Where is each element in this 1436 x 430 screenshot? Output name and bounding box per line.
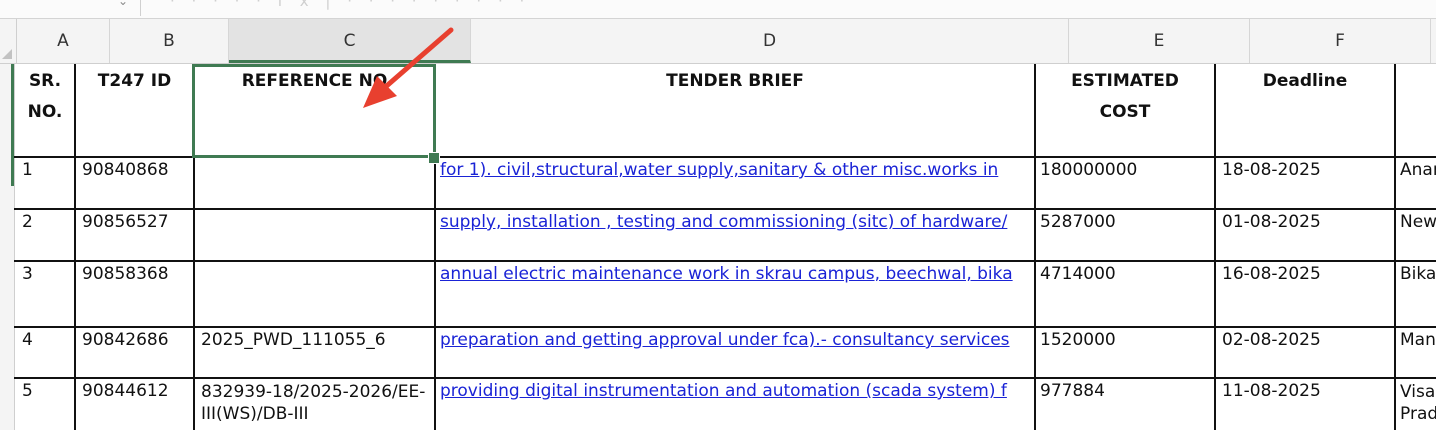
cell-id[interactable]: 90858368 xyxy=(76,264,193,324)
column-header-f[interactable]: F xyxy=(1250,19,1431,63)
cell-cost[interactable]: 4714000 xyxy=(1036,264,1214,324)
cell-deadline[interactable]: 11-08-2025 xyxy=(1216,381,1394,430)
formula-input[interactable]: · · · · · f x | · · · · · · · · · · xyxy=(170,0,530,10)
cell-id[interactable]: 90842686 xyxy=(76,330,193,376)
header-deadline[interactable]: Deadline xyxy=(1216,66,1394,156)
header-t247-id[interactable]: T247 ID xyxy=(76,66,193,156)
cell-sr[interactable]: 5 xyxy=(16,381,74,430)
chevron-down-icon[interactable]: ⌄ xyxy=(118,0,128,8)
cell-ref[interactable]: 2025_PWD_111055_6 xyxy=(195,330,434,376)
cell-brief-link[interactable]: preparation and getting approval under f… xyxy=(436,330,1034,376)
cell-sr[interactable]: 3 xyxy=(16,264,74,324)
header-estimated-cost[interactable]: ESTIMATED COST xyxy=(1036,66,1214,156)
cell-sr[interactable]: 2 xyxy=(16,212,74,258)
grid-line xyxy=(14,260,1436,262)
header-extra[interactable] xyxy=(1396,66,1436,156)
cell-cost[interactable]: 977884 xyxy=(1036,381,1214,430)
column-header-d[interactable]: D xyxy=(471,19,1069,63)
cell-cost[interactable]: 1520000 xyxy=(1036,330,1214,376)
column-header-b[interactable]: B xyxy=(110,19,229,63)
cell-deadline[interactable]: 02-08-2025 xyxy=(1216,330,1394,376)
cell-brief-link[interactable]: supply, installation , testing and commi… xyxy=(436,212,1034,258)
row-header-strip[interactable] xyxy=(0,64,15,430)
cell-deadline[interactable]: 18-08-2025 xyxy=(1216,160,1394,206)
cell-ref[interactable] xyxy=(195,264,434,324)
cell-extra[interactable]: Visa Prad xyxy=(1396,381,1436,430)
cell-id[interactable]: 90856527 xyxy=(76,212,193,258)
column-header-e[interactable]: E xyxy=(1069,19,1250,63)
formula-bar: ⌄ · · · · · f x | · · · · · · · · · · xyxy=(0,0,1436,19)
grid-line xyxy=(14,156,1436,158)
grid-line xyxy=(14,208,1436,210)
cell-brief-link[interactable]: annual electric maintenance work in skra… xyxy=(436,264,1034,324)
header-tender-brief[interactable]: TENDER BRIEF xyxy=(436,66,1034,156)
grid-line xyxy=(14,326,1436,328)
cell-ref[interactable] xyxy=(195,212,434,258)
cell-sr[interactable]: 4 xyxy=(16,330,74,376)
cell-extra[interactable]: Man xyxy=(1396,330,1436,376)
cell-deadline[interactable]: 16-08-2025 xyxy=(1216,264,1394,324)
fill-handle[interactable] xyxy=(428,152,440,164)
cell-id[interactable]: 90844612 xyxy=(76,381,193,430)
select-all-corner[interactable] xyxy=(0,19,17,63)
cell-cost[interactable]: 5287000 xyxy=(1036,212,1214,258)
cell-extra[interactable]: Bika xyxy=(1396,264,1436,324)
cell-extra[interactable]: New xyxy=(1396,212,1436,258)
cell-ref[interactable] xyxy=(195,160,434,206)
cell-deadline[interactable]: 01-08-2025 xyxy=(1216,212,1394,258)
column-header-bar: A B C D E F xyxy=(0,19,1436,64)
name-box[interactable]: ⌄ xyxy=(0,0,141,16)
grid-line xyxy=(14,377,1436,379)
cell-brief-link[interactable]: for 1). civil,structural,water supply,sa… xyxy=(436,160,1034,206)
cell-cost[interactable]: 180000000 xyxy=(1036,160,1214,206)
cell-extra[interactable]: Anan xyxy=(1396,160,1436,206)
cell-ref[interactable]: 832939-18/2025-2026/EE-III(WS)/DB-III xyxy=(195,381,434,430)
annotation-arrow-icon xyxy=(363,27,454,108)
column-header-a[interactable]: A xyxy=(17,19,110,63)
cell-brief-link[interactable]: providing digital instrumentation and au… xyxy=(436,381,1034,430)
cell-id[interactable]: 90840868 xyxy=(76,160,193,206)
cell-sr[interactable]: 1 xyxy=(16,160,74,206)
header-sr-no[interactable]: SR. NO. xyxy=(16,66,74,156)
